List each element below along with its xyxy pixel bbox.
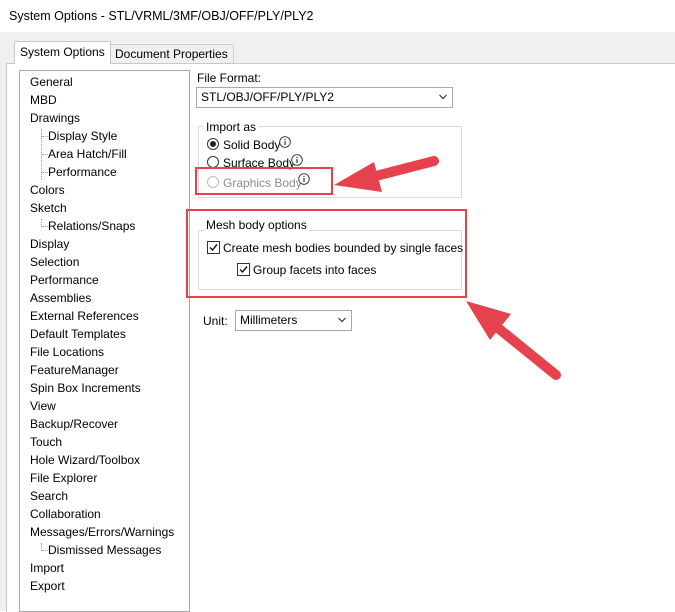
tab-system-options[interactable]: System Options bbox=[14, 41, 111, 64]
arrow-to-mesh-options bbox=[466, 301, 561, 380]
annotation-arrows bbox=[334, 156, 561, 380]
arrow-to-graphics-body bbox=[334, 156, 439, 192]
